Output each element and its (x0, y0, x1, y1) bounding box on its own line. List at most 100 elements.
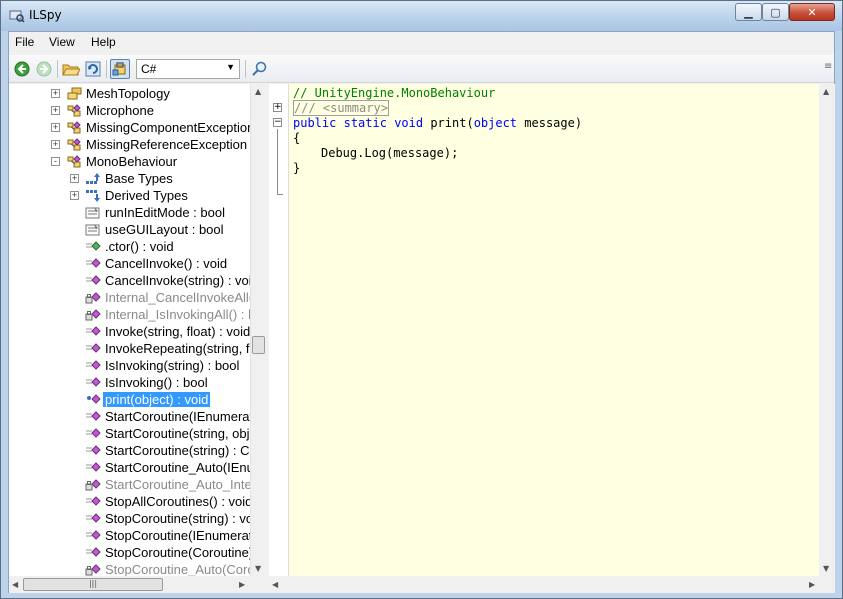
property-icon (85, 223, 101, 237)
keyword-object: object (473, 116, 518, 130)
toolbar-separator (245, 60, 246, 78)
client-area: File View Help C# ▼ ≡ + MeshTopology + M… (8, 31, 835, 593)
tree-item[interactable]: Internal_CancelInvokeAll() : void (70, 289, 250, 306)
code-vertical-scrollbar[interactable]: ▲ ▼ (819, 84, 835, 576)
method-icon (85, 512, 101, 526)
expand-icon[interactable]: + (51, 89, 60, 98)
back-button[interactable] (12, 59, 32, 79)
code-horizontal-scrollbar[interactable]: ◀ ▶ (269, 576, 835, 593)
tree-item[interactable]: StartCoroutine(string, object) : Corouti… (70, 425, 250, 442)
scroll-up-icon[interactable]: ▲ (823, 87, 829, 96)
tree-item[interactable]: StopCoroutine(string) : void (70, 510, 250, 527)
menu-help[interactable]: Help (91, 35, 116, 49)
method-icon (85, 444, 101, 458)
method-icon (85, 427, 101, 441)
tree-horizontal-scrollbar[interactable]: ◀ ||| ▶ (9, 576, 265, 593)
tree-item[interactable]: + MissingComponentException (51, 119, 250, 136)
tree-item[interactable]: + Microphone (51, 102, 154, 119)
tree-item[interactable]: useGUILayout : bool (70, 221, 224, 238)
scroll-up-icon[interactable]: ▲ (255, 87, 261, 96)
show-internal-button[interactable] (110, 59, 130, 79)
tree-item[interactable]: InvokeRepeating(string, float, float) : … (70, 340, 250, 357)
tree-item[interactable]: StopCoroutine(Coroutine) : void (70, 544, 250, 561)
tree-vertical-scrollbar[interactable]: ▲ ▼ (250, 84, 265, 576)
tree-item[interactable]: StartCoroutine_Auto_Internal(IEnumerator… (70, 476, 250, 493)
expand-icon[interactable]: + (70, 174, 79, 183)
title-bar[interactable]: ILSpy ▁ ▢ ✕ (1, 1, 842, 31)
tree-item[interactable]: runInEditMode : bool (70, 204, 225, 221)
scroll-left-icon[interactable]: ◀ (12, 580, 18, 589)
method-name[interactable]: print (430, 116, 466, 130)
tree-item[interactable]: Internal_IsInvokingAll() : bool (70, 306, 250, 323)
expand-icon[interactable]: + (70, 191, 79, 200)
tree-item-label: StopCoroutine(string) : void (105, 511, 250, 526)
expand-summary-icon[interactable]: + (273, 103, 282, 112)
forward-arrow-icon (36, 61, 52, 77)
keyword-public: public (293, 116, 337, 130)
tree-item[interactable]: CancelInvoke(string) : void (70, 272, 250, 289)
tree-item[interactable]: StartCoroutine(string) : Coroutine (70, 442, 250, 459)
scroll-right-icon[interactable]: ▶ (809, 580, 815, 589)
tree-vertical-thumb[interactable] (252, 336, 265, 354)
class-icon (66, 137, 82, 152)
scroll-right-icon[interactable]: ▶ (239, 580, 245, 589)
code-editor[interactable]: // UnityEngine.MonoBehaviour /// <summar… (289, 84, 819, 576)
tree-item[interactable]: IsInvoking() : bool (70, 374, 208, 391)
method-icon (85, 546, 101, 560)
tree-item-label: MissingComponentException (86, 120, 250, 135)
tree-item[interactable]: + Derived Types (70, 187, 188, 204)
code-summary-line[interactable]: /// <summary> (293, 100, 389, 116)
scroll-down-icon[interactable]: ▼ (255, 564, 261, 573)
tree-item-label: Microphone (86, 103, 154, 118)
method-icon (85, 410, 101, 424)
tree-item[interactable]: + MeshTopology (51, 85, 170, 102)
tree-item[interactable]: IsInvoking(string) : bool (70, 357, 239, 374)
tree-item[interactable]: StopCoroutine_Auto(Coroutine) : void (70, 561, 250, 576)
method-icon (85, 359, 101, 373)
tree-item[interactable]: StopAllCoroutines() : void (70, 493, 250, 510)
tree-item[interactable]: StartCoroutine_Auto(IEnumerator) : Corou… (70, 459, 250, 476)
toolbar-overflow-icon[interactable]: ≡ (824, 61, 832, 72)
expand-icon[interactable]: + (51, 106, 60, 115)
toolbar-separator (57, 60, 58, 78)
tree-item-label: MonoBehaviour (86, 154, 178, 169)
menu-file[interactable]: File (15, 35, 34, 49)
tree-item[interactable]: Invoke(string, float) : void (70, 323, 250, 340)
open-button[interactable] (61, 59, 81, 79)
menu-view[interactable]: View (49, 35, 75, 49)
expand-icon[interactable]: + (51, 123, 60, 132)
forward-button[interactable] (34, 59, 54, 79)
scroll-left-icon[interactable]: ◀ (272, 580, 278, 589)
reload-button[interactable] (83, 59, 103, 79)
tree-item-label: StartCoroutine(string) : Coroutine (105, 443, 250, 458)
code-call-line: Debug.Log(message); (321, 146, 458, 160)
maximize-button[interactable]: ▢ (762, 3, 789, 21)
tree-item[interactable]: print(object) : void (70, 391, 211, 408)
tree-item-label: MissingReferenceException (86, 137, 248, 152)
language-value: C# (141, 62, 157, 76)
toolbar-separator (106, 60, 107, 78)
code-comment-line: // UnityEngine.MonoBehaviour (293, 86, 496, 100)
language-select[interactable]: C# ▼ (136, 59, 240, 79)
assembly-tree[interactable]: + MeshTopology + Microphone + MissingComponen… (9, 84, 250, 576)
call-method[interactable]: Log (364, 146, 386, 160)
close-button[interactable]: ✕ (789, 3, 835, 21)
tree-item[interactable]: StartCoroutine(IEnumerator) : Coroutine (70, 408, 250, 425)
tree-item[interactable]: - MonoBehaviour (51, 153, 177, 170)
collapse-icon[interactable]: - (51, 157, 60, 166)
expand-icon[interactable]: + (51, 140, 60, 149)
tree-item[interactable]: CancelInvoke() : void (70, 255, 227, 272)
call-target[interactable]: Debug. (321, 146, 364, 160)
tree-item[interactable]: + MissingReferenceException (51, 136, 247, 153)
summary-collapsed-box[interactable]: /// <summary> (293, 100, 389, 116)
search-button[interactable] (249, 59, 269, 79)
code-brace-open: { (293, 131, 301, 145)
tree-horizontal-thumb[interactable]: ||| (23, 578, 163, 591)
scroll-down-icon[interactable]: ▼ (823, 564, 829, 573)
minimize-button[interactable]: ▁ (735, 3, 762, 21)
tree-item[interactable]: .ctor() : void (70, 238, 174, 255)
private-method-icon (85, 478, 101, 492)
tree-item[interactable]: StopCoroutine(IEnumerator) : void (70, 527, 250, 544)
tree-item[interactable]: + Base Types (70, 170, 173, 187)
collapse-method-icon[interactable]: − (273, 118, 282, 127)
